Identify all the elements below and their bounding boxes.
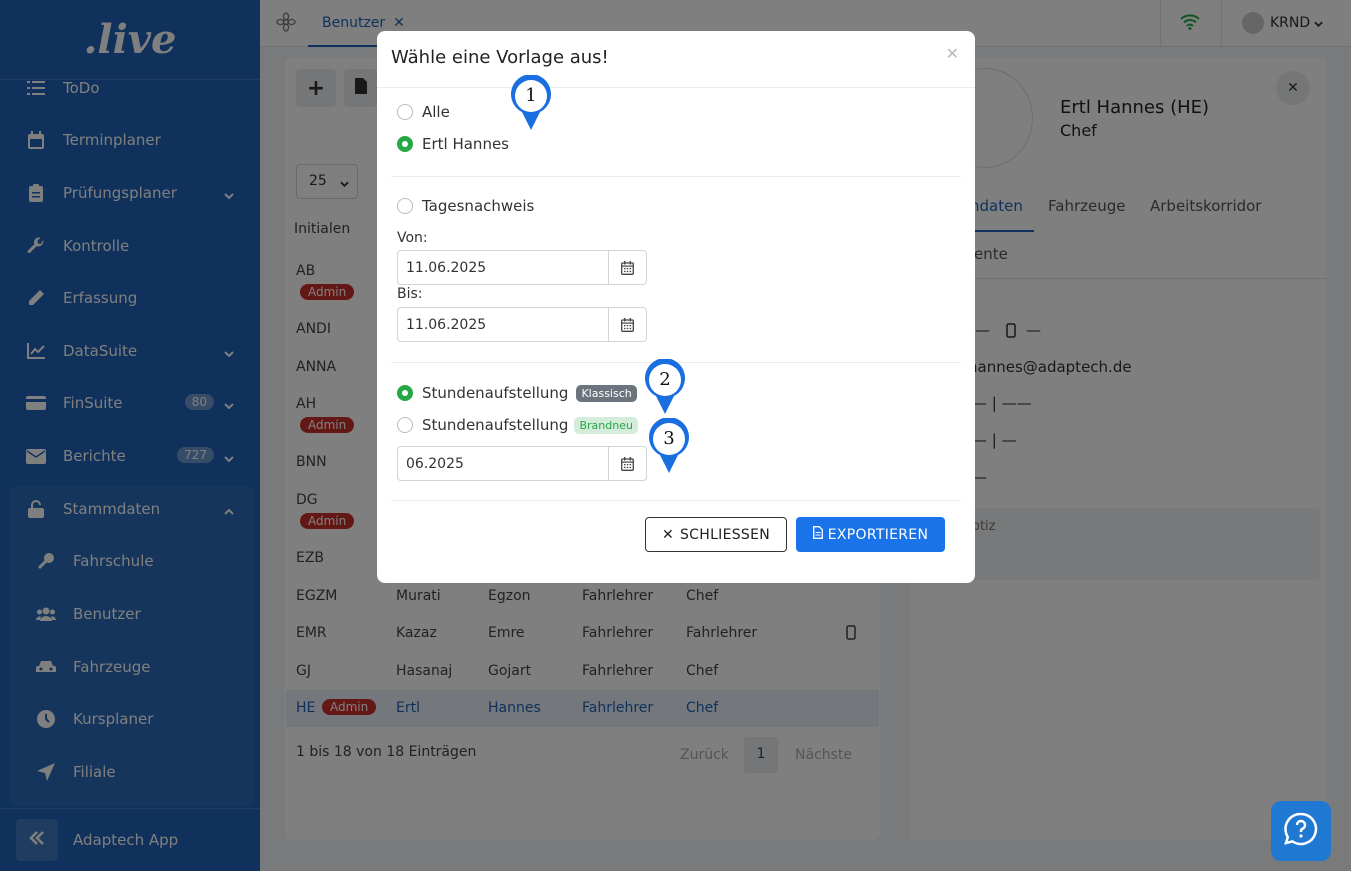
calendar-icon[interactable] <box>608 308 646 341</box>
template-dialog: Wähle eine Vorlage aus! ✕ Alle Ertl Hann… <box>377 31 975 583</box>
tag-klassisch: Klassisch <box>576 384 637 402</box>
annotation-marker: 1 <box>510 74 552 131</box>
help-button[interactable] <box>1271 801 1331 861</box>
annotation-marker: 3 <box>648 417 690 474</box>
radio-alle[interactable]: Alle <box>397 102 450 122</box>
divider <box>391 500 961 501</box>
label-von: Von: <box>397 230 428 246</box>
date-from-input[interactable]: 11.06.2025 <box>397 250 647 285</box>
radio-label: Stundenaufstellung <box>422 416 569 434</box>
file-pdf-icon <box>812 526 823 543</box>
calendar-icon[interactable] <box>608 447 646 480</box>
divider <box>391 176 961 177</box>
annotation-marker: 2 <box>644 358 686 415</box>
radio-ertl-hannes[interactable]: Ertl Hannes <box>397 134 509 154</box>
calendar-icon[interactable] <box>608 251 646 284</box>
radio-button[interactable] <box>397 104 413 120</box>
marker-label: 1 <box>525 85 537 106</box>
close-button[interactable]: ✕ SCHLIESSEN <box>645 517 787 552</box>
radio-label: Tagesnachweis <box>422 197 535 215</box>
radio-label: Ertl Hannes <box>422 135 509 153</box>
close-icon: ✕ <box>661 526 674 543</box>
dialog-title: Wähle eine Vorlage aus! <box>391 47 609 68</box>
export-button[interactable]: EXPORTIEREN <box>796 517 945 552</box>
radio-label: Alle <box>422 103 450 121</box>
radio-label: Stundenaufstellung <box>422 384 569 402</box>
radio-stundenaufstellung-brandneu[interactable]: Stundenaufstellung Brandneu <box>397 415 638 435</box>
marker-label: 3 <box>663 428 675 449</box>
export-button-label: EXPORTIEREN <box>827 526 929 543</box>
radio-button-selected[interactable] <box>397 385 413 401</box>
question-icon <box>1284 812 1318 850</box>
date-to-input[interactable]: 11.06.2025 <box>397 307 647 342</box>
month-value: 06.2025 <box>406 456 464 472</box>
divider <box>377 87 975 88</box>
radio-button-selected[interactable] <box>397 136 413 152</box>
close-button-label: SCHLIESSEN <box>679 526 771 543</box>
date-to-value: 11.06.2025 <box>406 317 487 333</box>
date-from-value: 11.06.2025 <box>406 260 487 276</box>
radio-stundenaufstellung-klassisch[interactable]: Stundenaufstellung Klassisch <box>397 383 637 403</box>
radio-tagesnachweis[interactable]: Tagesnachweis <box>397 196 534 216</box>
close-icon[interactable]: ✕ <box>946 44 959 63</box>
tag-brandneu: Brandneu <box>574 416 638 434</box>
label-bis: Bis: <box>397 286 423 302</box>
radio-button[interactable] <box>397 417 413 433</box>
month-input[interactable]: 06.2025 <box>397 446 647 481</box>
radio-button[interactable] <box>397 198 413 214</box>
marker-label: 2 <box>659 369 671 390</box>
